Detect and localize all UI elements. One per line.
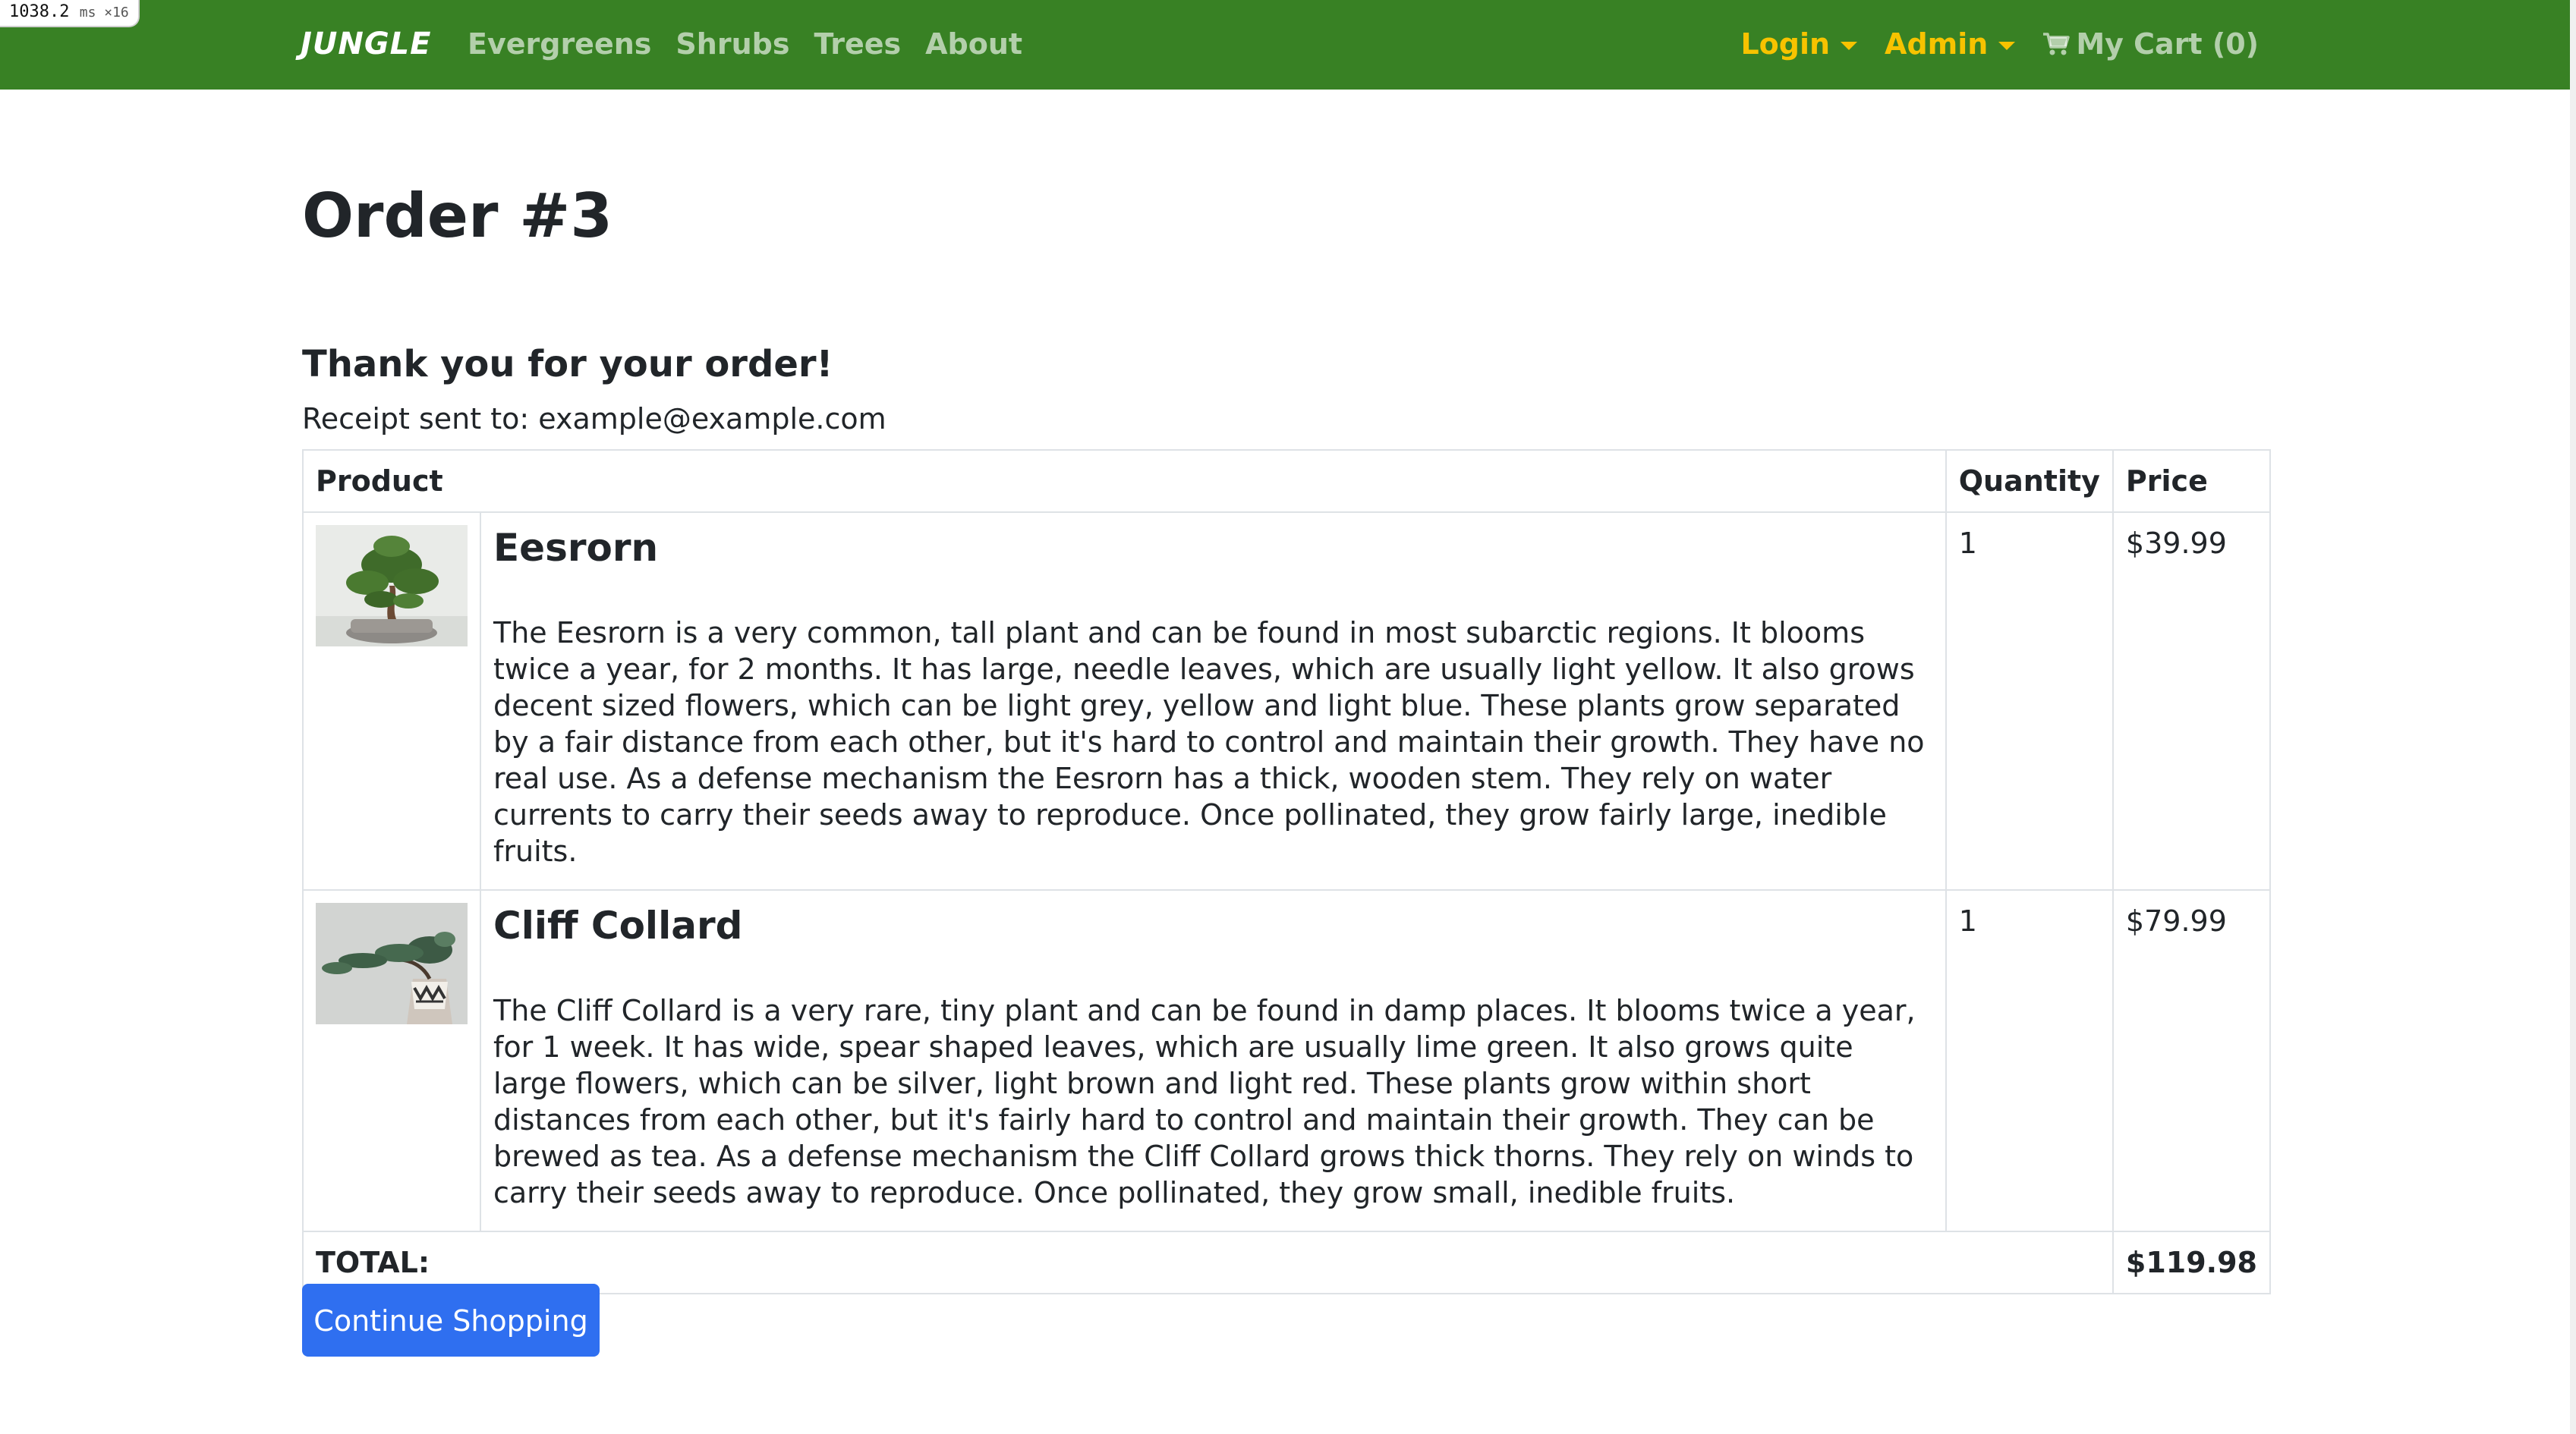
total-row: TOTAL: $119.98 bbox=[302, 1231, 2272, 1294]
table-header-row: Product Quantity Price bbox=[302, 449, 2272, 513]
nav-link-evergreens[interactable]: Evergreens bbox=[468, 23, 651, 65]
product-description: The Eesrorn is a very common, tall plant… bbox=[493, 616, 1925, 868]
login-label: Login bbox=[1740, 27, 1831, 61]
nav-right: Login Admin My Cart (0) bbox=[1740, 23, 2259, 65]
shopping-cart-icon bbox=[2042, 32, 2071, 56]
perf-value: 1038.2 bbox=[9, 2, 70, 21]
product-description: The Cliff Collard is a very rare, tiny p… bbox=[493, 994, 1916, 1209]
page-title: Order #3 bbox=[302, 181, 613, 251]
header-product: Product bbox=[302, 449, 1947, 513]
performance-badge: 1038.2 ms ×16 bbox=[0, 0, 140, 27]
product-name: Eesrorn bbox=[493, 526, 659, 570]
product-image-cell bbox=[302, 889, 481, 1232]
nav-links: Evergreens Shrubs Trees About bbox=[468, 23, 1022, 65]
product-info-cell: Cliff Collard The Cliff Collard is a ver… bbox=[480, 889, 1947, 1232]
chevron-down-icon bbox=[1841, 41, 1858, 50]
nav-link-about[interactable]: About bbox=[925, 23, 1022, 65]
thank-you-heading: Thank you for your order! bbox=[302, 343, 833, 385]
product-info-cell: Eesrorn The Eesrorn is a very common, ta… bbox=[480, 511, 1947, 891]
table-row: Eesrorn The Eesrorn is a very common, ta… bbox=[302, 511, 2272, 891]
table-row: Cliff Collard The Cliff Collard is a ver… bbox=[302, 889, 2272, 1232]
continue-shopping-button[interactable]: Continue Shopping bbox=[302, 1284, 600, 1357]
product-name: Cliff Collard bbox=[493, 904, 743, 948]
order-table: Product Quantity Price Eesrorn The Eesro… bbox=[302, 449, 2272, 1294]
nav-link-trees[interactable]: Trees bbox=[814, 23, 901, 65]
perf-unit: ms ×16 bbox=[79, 5, 129, 20]
product-image-cell bbox=[302, 511, 481, 891]
login-dropdown[interactable]: Login bbox=[1740, 23, 1858, 65]
product-price: $39.99 bbox=[2112, 511, 2272, 891]
cart-link[interactable]: My Cart (0) bbox=[2042, 23, 2259, 65]
cascade-bonsai-image bbox=[316, 903, 468, 1024]
product-quantity: 1 bbox=[1945, 889, 2114, 1232]
admin-label: Admin bbox=[1885, 27, 1989, 61]
header-price: Price bbox=[2112, 449, 2272, 513]
product-quantity: 1 bbox=[1945, 511, 2114, 891]
product-price: $79.99 bbox=[2112, 889, 2272, 1232]
header-quantity: Quantity bbox=[1945, 449, 2114, 513]
page-scrollbar[interactable] bbox=[2570, 0, 2576, 1434]
nav-link-shrubs[interactable]: Shrubs bbox=[675, 23, 789, 65]
bonsai-tree-image bbox=[316, 525, 468, 646]
navbar: JUNGLE Evergreens Shrubs Trees About Log… bbox=[0, 0, 2576, 90]
brand-logo[interactable]: JUNGLE bbox=[301, 23, 431, 65]
chevron-down-icon bbox=[1998, 41, 2016, 50]
cart-label: My Cart (0) bbox=[2076, 27, 2259, 61]
admin-dropdown[interactable]: Admin bbox=[1885, 23, 2016, 65]
total-value: $119.98 bbox=[2112, 1231, 2272, 1294]
receipt-text: Receipt sent to: example@example.com bbox=[302, 402, 886, 436]
